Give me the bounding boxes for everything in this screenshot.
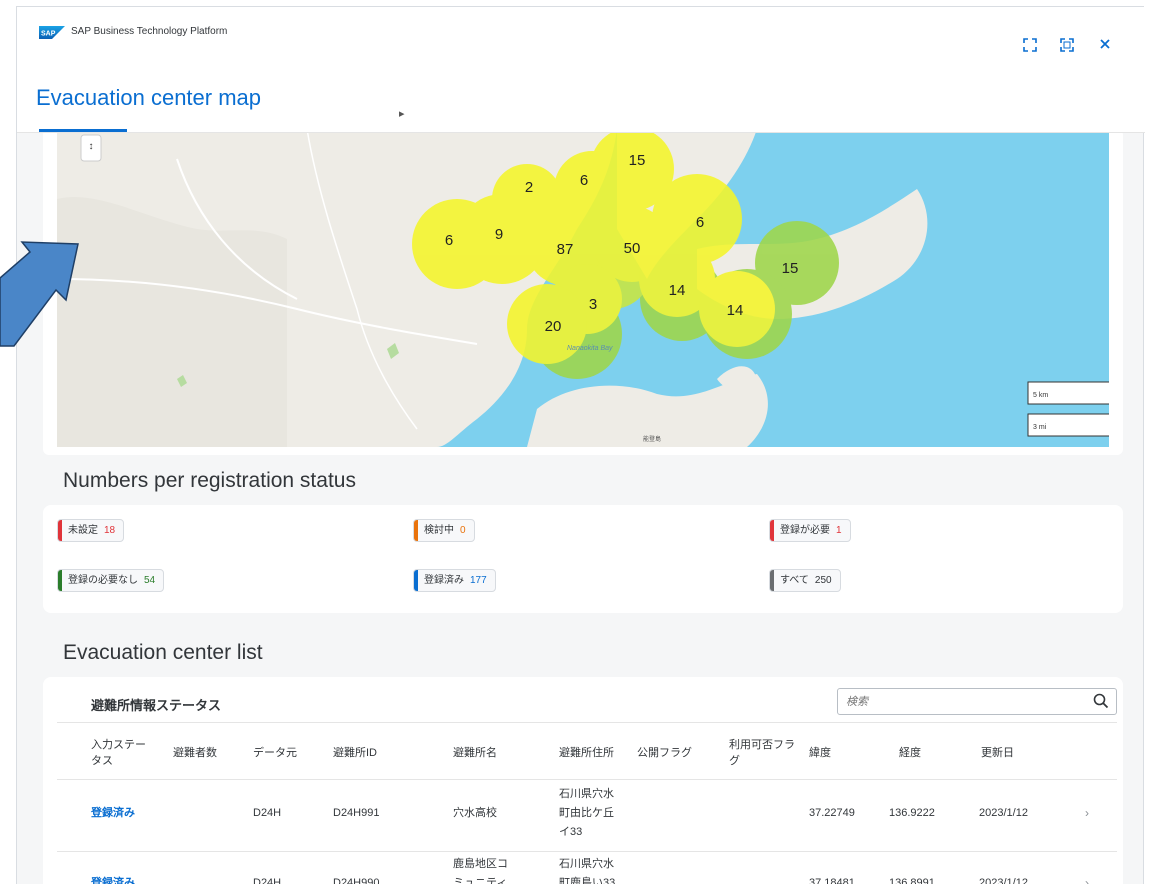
column-header[interactable]: 避難所ID [333,745,377,761]
cell-address: 石川県穴水町由比ケ丘イ33 [559,788,614,838]
land-west-coast [57,196,287,447]
cluster-count: 6 [580,172,588,189]
status-tag-all[interactable]: すべて 250 [769,569,841,592]
cluster-count: 50 [624,240,641,257]
column-header[interactable]: 緯度 [809,745,831,761]
bay-label: Nanaokita Bay [567,345,613,352]
column-header[interactable]: 更新日 [981,745,1014,761]
chevron-right-icon[interactable]: › [1085,806,1089,820]
svg-text:↕: ↕ [89,141,94,152]
search-icon[interactable] [1092,692,1110,710]
brand-name: SAP Business Technology Platform [71,26,228,37]
cell-source: D24H [253,877,282,884]
cluster-count: 6 [445,232,453,249]
sap-logo: SAP [39,26,65,39]
cluster-count: 14 [669,282,686,299]
page-title: Evacuation center map [36,85,262,110]
cell-address: 石川県穴水町鹿島い33 [559,858,616,884]
cell-status[interactable]: 登録済み [91,804,135,823]
cluster-count: 2 [525,179,533,196]
chevron-right-icon[interactable]: › [1085,876,1089,884]
list-section-title: Evacuation center list [63,641,263,664]
cell-id: D24H991 [333,807,380,819]
table-heading: 避難所情報ステータス [91,698,222,713]
cluster-count: 14 [727,302,744,319]
cluster-count: 6 [696,214,704,231]
zoom-control[interactable]: ↕ [80,134,102,162]
status-tag-reviewing[interactable]: 検討中 0 [413,519,475,542]
cell-source: D24H [253,807,282,819]
cluster-count: 87 [557,241,574,258]
cluster-count: 15 [782,260,799,277]
divider [57,722,1117,723]
evacuation-map[interactable]: 15 6 2 6 9 6 87 50 15 14 3 14 20 Nanaoki… [57,129,1109,447]
column-header[interactable]: 避難者数 [173,745,217,761]
island-label: 能登島 [643,435,661,443]
mouse-cursor-icon: ▸ [399,108,405,120]
cell-name: 鹿島地区コミュニティ [453,858,508,884]
map-card: 15 6 2 6 9 6 87 50 15 14 3 14 20 Nanaoki… [43,129,1123,455]
expand-icon[interactable] [1020,37,1040,57]
column-header[interactable]: 避難所住所 [559,745,614,761]
cell-id: D24H990 [333,877,380,884]
fullscreen-icon[interactable] [1057,37,1077,57]
column-header[interactable]: 利用可否フラグ [729,737,801,769]
status-tag-unset[interactable]: 未設定 18 [57,519,125,542]
cell-lng: 136.9222 [889,807,935,819]
evacuation-list-card: 避難所情報ステータス 入力ステータス 避難者数 データ元 避難所ID 避難所名 … [43,677,1123,884]
app-window: SAP SAP Business Technology Platform Eva… [16,6,1145,884]
cell-status[interactable]: 登録済み [91,874,135,884]
column-header[interactable]: データ元 [253,745,297,761]
divider [57,851,1117,852]
cell-updated: 2023/1/12 [979,877,1028,884]
cell-lng: 136.8991 [889,877,935,884]
svg-text:SAP: SAP [41,31,56,38]
shell-header: SAP SAP Business Technology Platform Eva… [17,7,1145,133]
search-input[interactable] [846,693,1076,711]
cell-lat: 37.22749 [809,807,855,819]
cluster-count: 20 [545,318,562,335]
scale-mi: 3 mi [1033,424,1047,431]
screenshot: { "header": { "brand": "SAP Business Tec… [0,0,1152,884]
cell-name: 穴水高校 [453,807,497,819]
tab-indicator [39,129,127,132]
callout-arrow-icon [0,241,79,347]
cell-lat: 37.18481 [809,877,855,884]
column-header[interactable]: 公開フラグ [637,745,692,761]
status-card: 未設定 18 検討中 0 登録が必要 1 登録の必要なし 54 登録済み 177 すべて 2… [43,505,1123,613]
search-field[interactable] [837,688,1117,715]
column-header[interactable]: 経度 [899,745,921,761]
status-tag-registered[interactable]: 登録済み 177 [413,569,496,592]
cluster-count: 3 [589,296,597,313]
scale-km: 5 km [1033,392,1048,399]
status-tag-not-required[interactable]: 登録の必要なし 54 [57,569,165,592]
close-icon[interactable] [1095,37,1115,57]
cell-updated: 2023/1/12 [979,807,1028,819]
cluster-count: 9 [495,226,503,243]
column-header[interactable]: 避難所名 [453,745,497,761]
status-tag-required[interactable]: 登録が必要 1 [769,519,851,542]
column-header[interactable]: 入力ステータス [91,737,151,769]
cluster-count: 15 [629,152,646,169]
divider [57,779,1117,780]
status-section-title: Numbers per registration status [63,469,356,492]
